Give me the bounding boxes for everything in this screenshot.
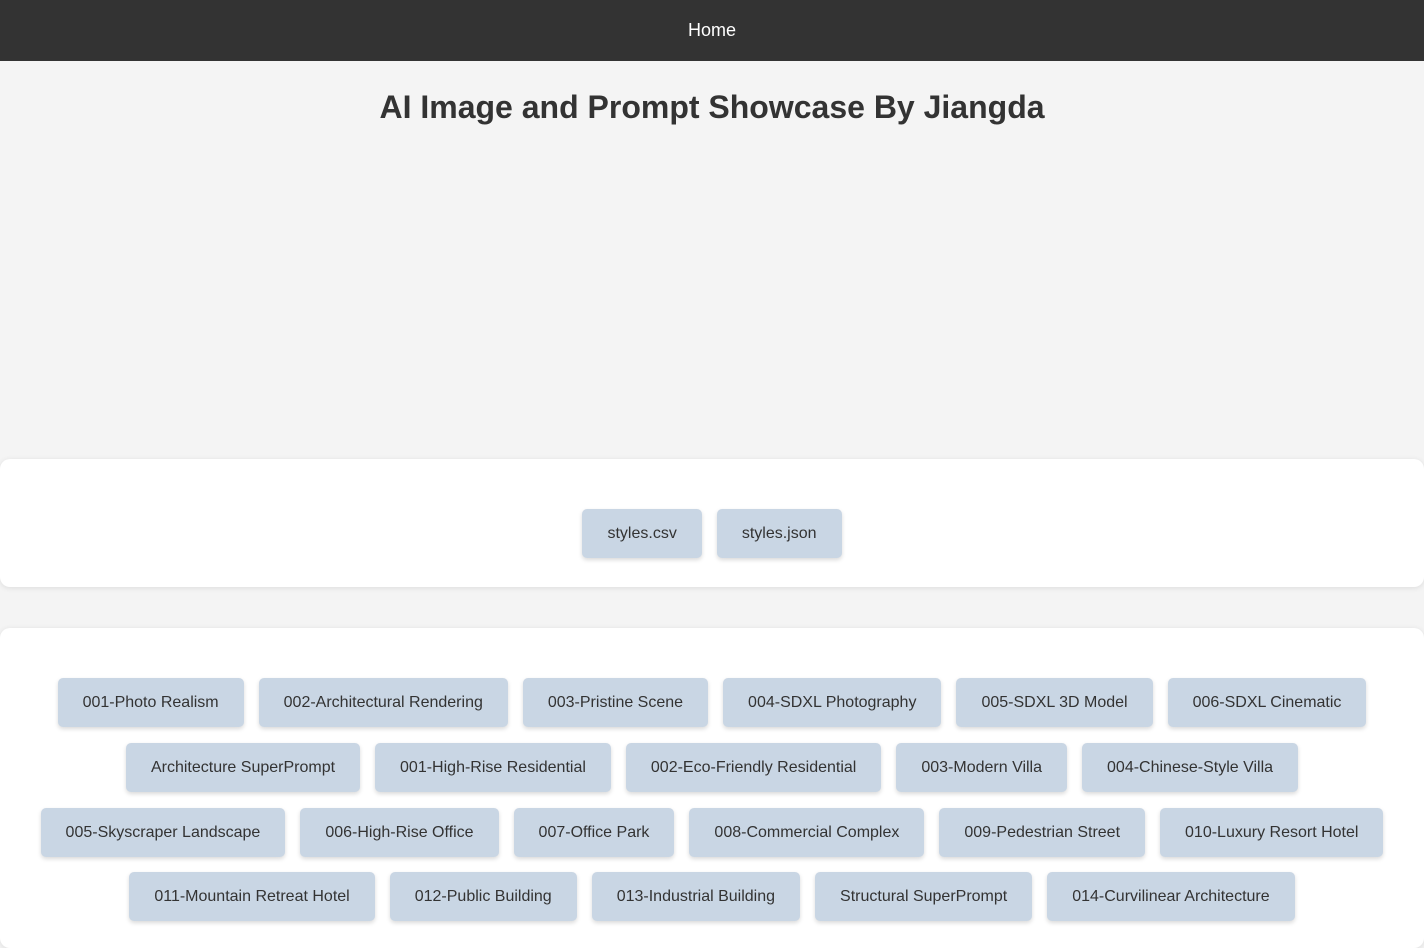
style-button-photo-realism[interactable]: 001-Photo Realism <box>57 678 244 727</box>
style-button-mountain-retreat-hotel[interactable]: 011-Mountain Retreat Hotel <box>129 872 375 921</box>
style-button-chinese-style-villa[interactable]: 004-Chinese-Style Villa <box>1082 743 1299 792</box>
style-button-commercial-complex[interactable]: 008-Commercial Complex <box>689 808 925 857</box>
style-button-eco-friendly-residential[interactable]: 002-Eco-Friendly Residential <box>625 743 882 792</box>
styles-row: Architecture SuperPrompt 001-High-Rise R… <box>0 743 1424 792</box>
style-button-office-park[interactable]: 007-Office Park <box>513 808 675 857</box>
style-button-high-rise-office[interactable]: 006-High-Rise Office <box>300 808 499 857</box>
downloads-panel: styles.csv styles.json <box>0 459 1424 587</box>
styles-row: 001-Photo Realism 002-Architectural Rend… <box>0 678 1424 727</box>
style-button-pristine-scene[interactable]: 003-Pristine Scene <box>522 678 709 727</box>
style-button-high-rise-residential[interactable]: 001-High-Rise Residential <box>375 743 611 792</box>
top-navbar: Home <box>0 0 1424 61</box>
styles-row: 011-Mountain Retreat Hotel 012-Public Bu… <box>0 872 1424 921</box>
style-button-skyscraper-landscape[interactable]: 005-Skyscraper Landscape <box>40 808 286 857</box>
style-button-architectural-rendering[interactable]: 002-Architectural Rendering <box>258 678 508 727</box>
styles-panel: 001-Photo Realism 002-Architectural Rend… <box>0 628 1424 948</box>
style-button-industrial-building[interactable]: 013-Industrial Building <box>591 872 801 921</box>
style-button-public-building[interactable]: 012-Public Building <box>389 872 577 921</box>
style-button-luxury-resort-hotel[interactable]: 010-Luxury Resort Hotel <box>1160 808 1384 857</box>
style-button-modern-villa[interactable]: 003-Modern Villa <box>896 743 1068 792</box>
style-button-pedestrian-street[interactable]: 009-Pedestrian Street <box>939 808 1146 857</box>
download-styles-csv-button[interactable]: styles.csv <box>582 509 702 558</box>
style-button-structural-superprompt[interactable]: Structural SuperPrompt <box>815 872 1033 921</box>
downloads-row: styles.csv styles.json <box>0 509 1424 558</box>
nav-home-link[interactable]: Home <box>688 20 736 41</box>
download-styles-json-button[interactable]: styles.json <box>716 509 842 558</box>
style-button-sdxl-photography[interactable]: 004-SDXL Photography <box>723 678 942 727</box>
styles-row: 005-Skyscraper Landscape 006-High-Rise O… <box>0 808 1424 857</box>
style-button-curvilinear-architecture[interactable]: 014-Curvilinear Architecture <box>1047 872 1295 921</box>
style-button-architecture-superprompt[interactable]: Architecture SuperPrompt <box>125 743 361 792</box>
style-button-sdxl-cinematic[interactable]: 006-SDXL Cinematic <box>1167 678 1367 727</box>
style-button-sdxl-3d-model[interactable]: 005-SDXL 3D Model <box>956 678 1153 727</box>
page-title: AI Image and Prompt Showcase By Jiangda <box>379 89 1045 125</box>
